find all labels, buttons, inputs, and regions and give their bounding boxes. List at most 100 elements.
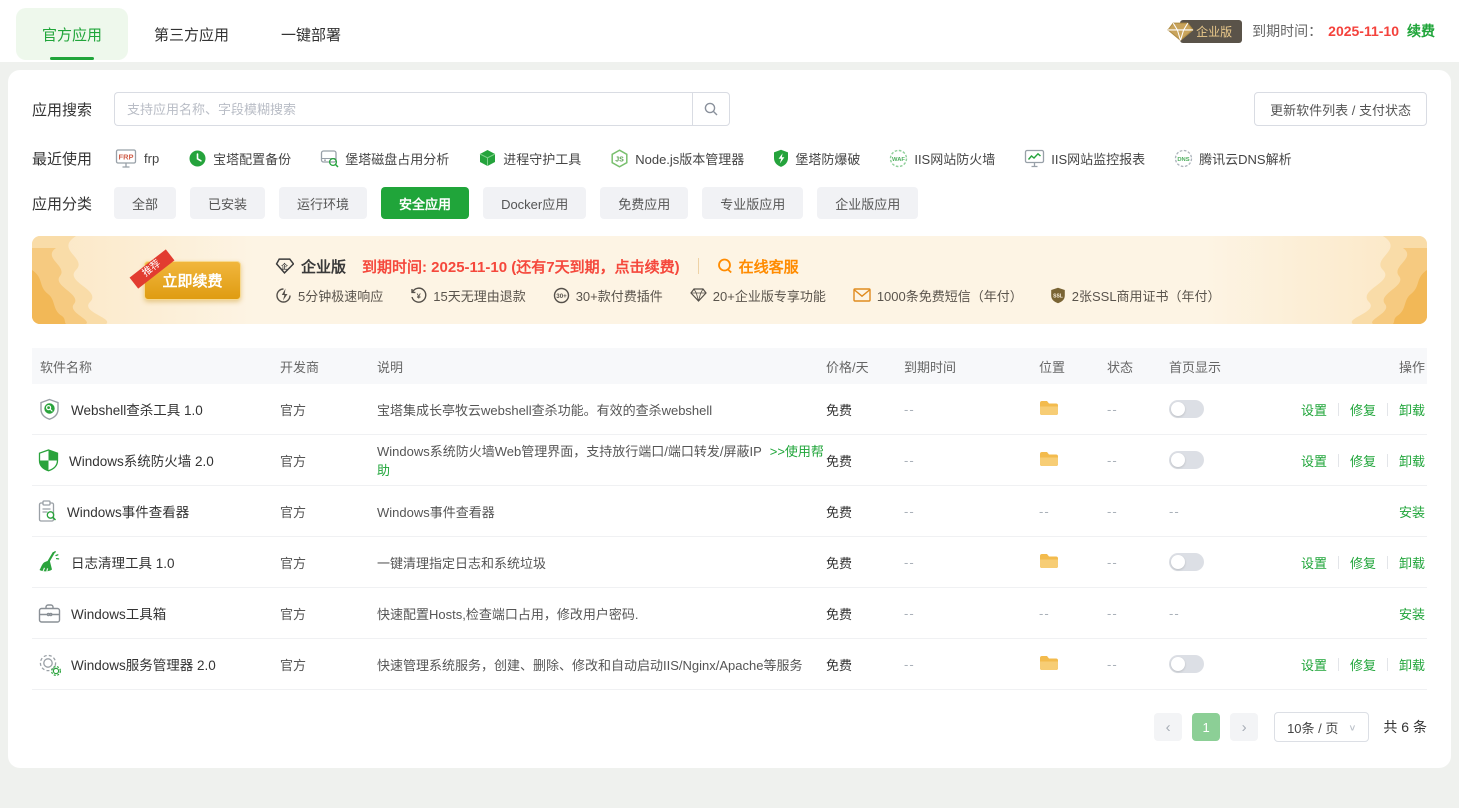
category-pill-1[interactable]: 全部 <box>114 187 176 219</box>
status-cell: -- <box>1107 453 1169 468</box>
folder-icon[interactable] <box>1039 400 1059 416</box>
software-name: Windows事件查看器 <box>67 501 189 521</box>
recent-app[interactable]: FRPfrp <box>114 149 159 168</box>
status-cell: -- <box>1107 606 1169 621</box>
page-size-value: 10条 / 页 <box>1287 718 1338 737</box>
app-store-panel: 应用搜索 更新软件列表 / 支付状态 最近使用 FRPfrp宝塔配置备份堡塔磁盘… <box>8 70 1451 768</box>
tab-1[interactable]: 官方应用 <box>16 8 128 60</box>
recent-row: 最近使用 FRPfrp宝塔配置备份堡塔磁盘占用分析进程守护工具JSNode.js… <box>32 148 1427 169</box>
settings-action-link[interactable]: 设置 <box>1301 655 1327 674</box>
search-input[interactable] <box>114 92 692 126</box>
repair-action-link[interactable]: 修复 <box>1350 655 1376 674</box>
price-cell: 免费 <box>826 655 904 674</box>
price-cell: 免费 <box>826 451 904 470</box>
folder-icon[interactable] <box>1039 655 1059 671</box>
category-pill-5[interactable]: Docker应用 <box>483 187 586 219</box>
expiry-label: 到期时间： <box>1252 21 1322 41</box>
expiry-cell: -- <box>904 453 1039 468</box>
recent-app[interactable]: 堡塔防爆破 <box>773 149 860 168</box>
category-pill-4[interactable]: 安全应用 <box>381 187 469 219</box>
home-display-toggle[interactable] <box>1169 553 1204 571</box>
empty-value: -- <box>904 555 915 570</box>
renew-now-button[interactable]: 立即续费 <box>144 261 241 300</box>
settings-action-link[interactable]: 设置 <box>1301 451 1327 470</box>
category-pill-8[interactable]: 企业版应用 <box>817 187 918 219</box>
chevron-down-icon: ∨ <box>1348 722 1356 732</box>
home-display-toggle[interactable] <box>1169 451 1204 469</box>
install-action-link[interactable]: 安装 <box>1399 502 1425 521</box>
uninstall-action-link[interactable]: 卸载 <box>1399 451 1425 470</box>
recent-app[interactable]: IIS网站监控报表 <box>1024 149 1145 168</box>
install-action-link[interactable]: 安装 <box>1399 604 1425 623</box>
folder-icon[interactable] <box>1039 451 1059 467</box>
empty-value: -- <box>1039 504 1050 519</box>
shield-search-icon <box>38 398 61 421</box>
recent-app-name: 进程守护工具 <box>503 149 581 168</box>
current-page-button[interactable]: 1 <box>1192 713 1220 741</box>
category-row: 应用分类 全部已安装运行环境安全应用Docker应用免费应用专业版应用企业版应用 <box>32 187 1427 219</box>
banner-expiry-text[interactable]: 到期时间: 2025-11-10 (还有7天到期，点击续费) <box>362 256 680 277</box>
recent-app[interactable]: 宝塔配置备份 <box>188 149 291 168</box>
prev-page-button[interactable]: ‹ <box>1154 713 1182 741</box>
renew-link[interactable]: 续费 <box>1407 21 1435 41</box>
software-name-cell: Windows服务管理器 2.0 <box>32 653 280 676</box>
page-size-select[interactable]: 10条 / 页 ∨ <box>1274 712 1369 742</box>
repair-action-link[interactable]: 修复 <box>1350 451 1376 470</box>
description-cell: 宝塔集成长亭牧云webshell查杀功能。有效的查杀webshell <box>377 400 826 419</box>
category-pill-2[interactable]: 已安装 <box>190 187 265 219</box>
feature-text: 5分钟极速响应 <box>298 286 383 305</box>
category-pill-3[interactable]: 运行环境 <box>279 187 367 219</box>
banner-info-top: 企 企业版 到期时间: 2025-11-10 (还有7天到期，点击续费) 在线客… <box>275 256 1248 277</box>
repair-action-link[interactable]: 修复 <box>1350 400 1376 419</box>
tab-2[interactable]: 第三方应用 <box>128 8 255 60</box>
renew-button-wrap: 推荐 立即续费 <box>144 261 241 300</box>
actions-cell: 设置 修复 卸载 <box>1287 655 1427 674</box>
settings-action-link[interactable]: 设置 <box>1301 553 1327 572</box>
online-support-link[interactable]: 在线客服 <box>739 256 799 277</box>
empty-value: -- <box>904 657 915 672</box>
location-cell <box>1039 400 1107 419</box>
expiry-cell: -- <box>904 555 1039 570</box>
action-separator <box>1338 403 1339 416</box>
location-cell: -- <box>1039 504 1107 519</box>
home-display-toggle[interactable] <box>1169 655 1204 673</box>
uninstall-action-link[interactable]: 卸载 <box>1399 655 1425 674</box>
table-row: Windows事件查看器官方Windows事件查看器免费--------安装 <box>32 486 1427 537</box>
banner-feature: 20+企业版专享功能 <box>690 286 826 305</box>
expiry-cell: -- <box>904 657 1039 672</box>
nodejs-hex-icon: JS <box>610 149 629 168</box>
recent-app[interactable]: JSNode.js版本管理器 <box>610 149 744 168</box>
category-pill-6[interactable]: 免费应用 <box>600 187 688 219</box>
recent-app[interactable]: 进程守护工具 <box>478 149 581 168</box>
actions-cell: 设置 修复 卸载 <box>1287 553 1427 572</box>
table-header: 软件名称开发商说明价格/天到期时间位置状态首页显示操作 <box>32 348 1427 384</box>
recent-app-name: IIS网站防火墙 <box>914 149 995 168</box>
uninstall-action-link[interactable]: 卸载 <box>1399 553 1425 572</box>
pagination: ‹ 1 › 10条 / 页 ∨ 共 6 条 <box>32 712 1427 742</box>
recent-app[interactable]: 堡塔磁盘占用分析 <box>320 149 449 168</box>
empty-value: -- <box>1107 555 1118 570</box>
software-name: 日志清理工具 1.0 <box>71 552 175 572</box>
recent-app[interactable]: DNS腾讯云DNS解析 <box>1174 149 1291 168</box>
folder-icon[interactable] <box>1039 553 1059 569</box>
category-pill-7[interactable]: 专业版应用 <box>702 187 803 219</box>
tab-3[interactable]: 一键部署 <box>255 8 367 60</box>
disk-analyze-icon <box>320 149 339 168</box>
search-button[interactable] <box>692 92 730 126</box>
action-separator <box>1338 556 1339 569</box>
plugins-30-icon: 30+ <box>553 287 570 304</box>
update-software-list-button[interactable]: 更新软件列表 / 支付状态 <box>1254 92 1427 126</box>
developer-cell: 官方 <box>280 502 377 521</box>
next-page-button[interactable]: › <box>1230 713 1258 741</box>
uninstall-action-link[interactable]: 卸载 <box>1399 400 1425 419</box>
banner-feature: 5分钟极速响应 <box>275 286 383 305</box>
status-cell: -- <box>1107 504 1169 519</box>
recent-app[interactable]: WAFIIS网站防火墙 <box>889 149 995 168</box>
status-cell: -- <box>1107 402 1169 417</box>
banner-feature: 1000条免费短信（年付） <box>853 286 1023 305</box>
column-header: 软件名称 <box>32 357 280 376</box>
column-header: 开发商 <box>280 357 377 376</box>
settings-action-link[interactable]: 设置 <box>1301 400 1327 419</box>
repair-action-link[interactable]: 修复 <box>1350 553 1376 572</box>
home-display-toggle[interactable] <box>1169 400 1204 418</box>
